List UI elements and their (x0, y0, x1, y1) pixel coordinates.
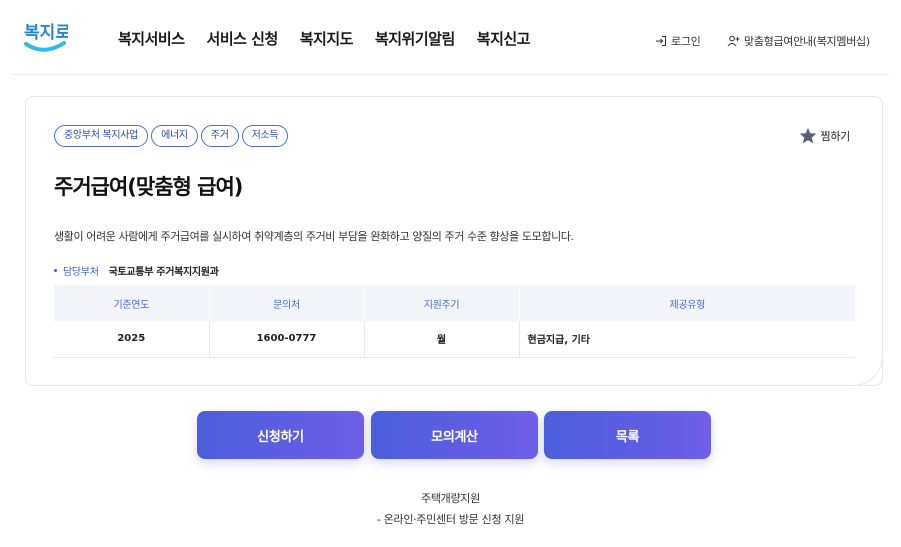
service-info-table: 기준연도 문의처 지원주기 제공유형 2025 1600-0777 월 현금지급… (54, 285, 855, 358)
page-title: 주거급여(맞춤형 급여) (54, 175, 243, 199)
service-detail-card: 중앙부처 복지사업 에너지 주거 저소득 찜하기 주거급여(맞춤형 급여) 생활… (25, 96, 883, 386)
nav-welfare-report[interactable]: 복지신고 (477, 28, 531, 49)
custom-benefit-guide-link[interactable]: 맞춤형급여안내(복지멤버십) (727, 33, 870, 49)
header-divider (12, 74, 889, 75)
list-button[interactable]: 목록 (544, 411, 711, 459)
login-link[interactable]: 로그인 (655, 33, 701, 49)
site-header: 복지로 복지서비스 서비스 신청 복지지도 복지위기알림 복지신고 로그인 맞춤… (0, 0, 901, 74)
nav-crisis-alert[interactable]: 복지위기알림 (375, 28, 455, 49)
cell-provision-type: 현금지급, 기타 (519, 321, 855, 358)
svg-text:복지로: 복지로 (24, 23, 68, 43)
cell-base-year: 2025 (54, 321, 210, 358)
nav-welfare-service[interactable]: 복지서비스 (118, 28, 185, 49)
login-icon (656, 35, 667, 47)
site-logo[interactable]: 복지로 (22, 16, 71, 56)
header-support-cycle: 지원주기 (364, 285, 520, 321)
guide-label: 맞춤형급여안내(복지멤버십) (744, 35, 870, 48)
nav-service-apply[interactable]: 서비스 신청 (207, 28, 279, 49)
tag-central-ministry[interactable]: 중앙부처 복지사업 (54, 125, 149, 147)
apply-button[interactable]: 신청하기 (197, 411, 364, 459)
header-provision-type: 제공유형 (519, 285, 855, 321)
housing-improvement-desc: - 온라인·주민센터 방문 신청 지원 (376, 513, 525, 526)
cell-support-cycle: 월 (364, 321, 520, 358)
login-label: 로그인 (671, 35, 701, 48)
bookmark-label: 찜하기 (820, 129, 851, 143)
tag-energy[interactable]: 에너지 (151, 125, 198, 147)
service-description: 생활이 어려운 사람에게 주거급여를 실시하여 취약계층의 주거비 부담을 완화… (54, 230, 574, 243)
tag-list: 중앙부처 복지사업 에너지 주거 저소득 (54, 125, 291, 147)
table-header-row: 기준연도 문의처 지원주기 제공유형 (54, 285, 855, 321)
header-base-year: 기준연도 (54, 285, 210, 321)
table-row: 2025 1600-0777 월 현금지급, 기타 (54, 321, 855, 358)
department-label: 담당부처 (63, 267, 99, 278)
cell-contact: 1600-0777 (209, 321, 365, 358)
simulate-calc-button[interactable]: 모의계산 (371, 411, 538, 459)
user-add-icon (727, 35, 740, 47)
tag-low-income[interactable]: 저소득 (241, 125, 289, 147)
department-info: 담당부처 국토교통부 주거복지지원과 (54, 263, 219, 278)
tag-housing[interactable]: 주거 (200, 125, 239, 147)
nav-welfare-map[interactable]: 복지지도 (300, 28, 354, 49)
star-icon (799, 127, 816, 144)
header-contact: 문의처 (209, 285, 365, 321)
bokjiro-logo-icon: 복지로 (24, 23, 71, 52)
housing-improvement-title: 주택개량지원 (421, 492, 480, 505)
department-value: 국토교통부 주거복지지원과 (108, 267, 219, 278)
bookmark-button[interactable]: 찜하기 (799, 127, 850, 144)
bullet-dot (54, 269, 57, 272)
main-nav: 복지서비스 서비스 신청 복지지도 복지위기알림 복지신고 (118, 28, 552, 49)
